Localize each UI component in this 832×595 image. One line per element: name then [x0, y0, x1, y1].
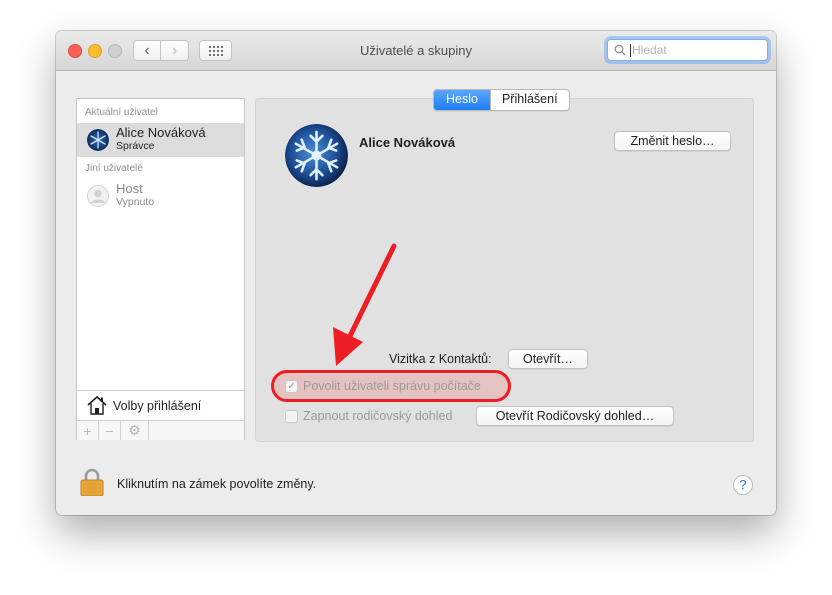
open-parental-controls-button[interactable]: Otevřít Rodičovský dohled…: [476, 406, 674, 426]
tab-login-items[interactable]: Přihlášení: [489, 90, 569, 110]
lock-message: Kliknutím na zámek povolíte změny.: [117, 477, 317, 491]
contacts-card-label: Vizitka z Kontaktů:: [389, 352, 492, 366]
plus-icon: +: [83, 422, 92, 439]
sidebar-guest-name: Host: [116, 181, 143, 196]
user-full-name: Alice Nováková: [359, 135, 456, 150]
users-sidebar: Aktuální uživatel Alice Nováková Správce…: [76, 98, 245, 440]
login-options-label: Volby přihlášení: [113, 399, 202, 413]
lock-icon[interactable]: [80, 468, 104, 496]
sidebar-user-role: Správce: [116, 140, 155, 152]
current-user-section-label: Aktuální uživatel: [85, 107, 158, 118]
search-placeholder: Hledat: [632, 43, 667, 57]
add-user-button[interactable]: +: [77, 421, 99, 440]
parental-controls-checkbox[interactable]: [285, 410, 298, 423]
question-mark-icon: ?: [739, 477, 747, 492]
sidebar-toolbar: + − ⚙: [77, 420, 244, 440]
tab-password[interactable]: Heslo: [434, 90, 490, 110]
house-icon: [87, 395, 107, 415]
system-preferences-window: ‹ › Uživatelé a skupiny Hledat Aktuální …: [56, 31, 776, 515]
sidebar-item-current-user[interactable]: Alice Nováková Správce: [77, 123, 244, 157]
gear-icon: ⚙: [128, 422, 141, 438]
tab-control: Heslo Přihlášení: [433, 89, 570, 111]
help-button[interactable]: ?: [733, 475, 753, 495]
remove-user-button[interactable]: −: [99, 421, 121, 440]
minus-icon: −: [105, 422, 114, 439]
login-options-item[interactable]: Volby přihlášení: [77, 390, 244, 421]
action-menu-button[interactable]: ⚙: [121, 421, 149, 440]
sidebar-user-name: Alice Nováková: [116, 125, 206, 140]
sidebar-item-guest[interactable]: Host Vypnuto: [77, 179, 244, 213]
allow-admin-label: Povolit uživateli správu počítače: [303, 379, 481, 393]
search-icon: [614, 44, 626, 56]
sidebar-guest-status: Vypnuto: [116, 196, 155, 208]
parental-controls-label: Zapnout rodičovský dohled: [303, 409, 453, 423]
open-contacts-card-button[interactable]: Otevřít…: [508, 349, 588, 369]
change-password-button[interactable]: Změnit heslo…: [614, 131, 731, 151]
person-icon: [87, 185, 109, 207]
search-field[interactable]: Hledat: [607, 39, 768, 61]
text-cursor: [630, 44, 631, 57]
allow-admin-checkbox[interactable]: ✓: [285, 380, 298, 393]
snowflake-avatar-icon[interactable]: [285, 124, 348, 187]
snowflake-avatar-icon: [87, 129, 109, 151]
other-users-section-label: Jiní uživatelé: [85, 163, 143, 174]
title-bar: ‹ › Uživatelé a skupiny Hledat: [56, 31, 776, 71]
